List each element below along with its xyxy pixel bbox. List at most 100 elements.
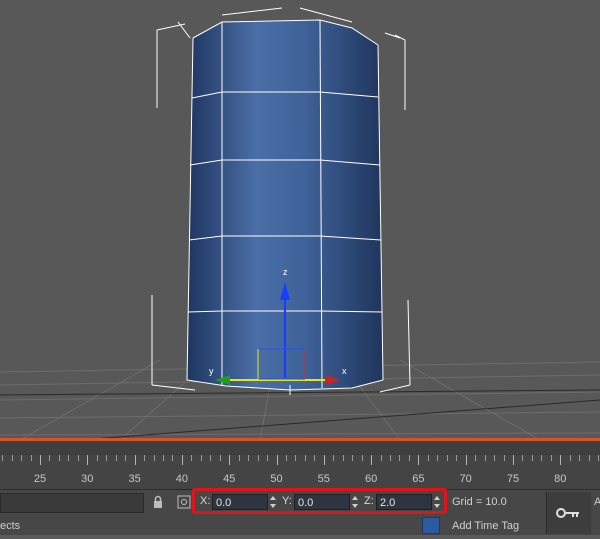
ruler-tick — [49, 455, 51, 461]
time-tag-icon[interactable] — [422, 517, 440, 534]
ruler-tick — [465, 455, 467, 465]
ruler-tick — [333, 455, 335, 461]
ruler-tick — [579, 455, 581, 461]
track-bar-ruler[interactable]: 25 30 35 40 45 50 55 60 65 70 75 80 — [0, 455, 600, 489]
set-key-button[interactable] — [546, 492, 591, 534]
add-time-tag-label[interactable]: Add Time Tag — [452, 520, 519, 532]
ruler-tick — [200, 455, 202, 461]
ruler-tick — [295, 455, 297, 461]
ruler-tick — [484, 455, 486, 461]
ruler-frame-label: 65 — [412, 473, 425, 485]
ruler-tick — [68, 455, 70, 461]
maxscript-listener-field[interactable] — [0, 493, 144, 513]
ruler-tick — [58, 455, 60, 461]
ruler-tick — [2, 455, 4, 461]
ruler-tick — [77, 455, 79, 461]
ruler-tick — [304, 455, 306, 461]
ruler-tick — [550, 455, 552, 461]
ruler-tick — [21, 455, 23, 461]
ruler-tick — [494, 455, 496, 461]
ruler-tick — [541, 455, 543, 461]
ruler-tick — [144, 455, 146, 461]
ruler-frame-label: 75 — [506, 473, 520, 485]
ruler-tick — [418, 455, 420, 465]
ruler-tick — [513, 455, 514, 465]
ruler-tick — [134, 455, 136, 465]
ruler-tick — [30, 455, 32, 461]
ruler-tick — [352, 455, 354, 461]
status-bar: ects X: 0.0 Y: 0.0 Z: 2.0 Grid = 10.0 Ad… — [0, 488, 600, 535]
ruler-tick — [162, 455, 164, 461]
x-spinner-icon[interactable] — [268, 494, 278, 510]
ruler-tick — [276, 455, 278, 465]
ruler-tick — [598, 455, 600, 461]
ruler-tick — [257, 455, 259, 461]
ruler-frame-label: 55 — [317, 473, 330, 485]
ruler-tick — [522, 455, 524, 461]
z-spinner-icon[interactable] — [432, 494, 442, 510]
ruler-frame-label: 45 — [223, 473, 236, 485]
ruler-tick — [125, 455, 127, 461]
ruler-tick — [569, 455, 571, 461]
auto-key-label[interactable]: A — [594, 496, 600, 508]
viewport-scene: z x y — [0, 7, 600, 440]
ruler-tick — [106, 455, 108, 461]
ruler-tick — [96, 455, 98, 461]
ruler-tick — [390, 455, 392, 461]
status-prompt-text: ects — [0, 520, 21, 532]
ruler-tick — [238, 455, 240, 461]
ruler-tick — [437, 455, 439, 461]
ruler-frame-label: 30 — [81, 473, 94, 485]
ruler-frame-label: 70 — [459, 473, 472, 485]
ruler-tick — [408, 455, 410, 461]
ruler-tick — [219, 455, 221, 461]
ruler-tick — [588, 455, 590, 461]
ruler-tick — [181, 455, 183, 465]
ruler-tick — [503, 455, 505, 461]
x-coord-label: X: — [200, 495, 211, 507]
ruler-tick — [248, 455, 250, 461]
absolute-mode-transform-icon[interactable] — [177, 495, 191, 509]
ruler-frame-label: 40 — [175, 473, 189, 485]
ruler-tick — [456, 455, 458, 461]
axis-x-label: x — [342, 366, 347, 376]
lock-selection-icon[interactable] — [151, 495, 165, 509]
ruler-frame-label: 80 — [554, 473, 567, 485]
ruler-frame-label: 50 — [270, 473, 283, 485]
ruler-tick — [172, 455, 174, 461]
ruler-tick — [475, 455, 477, 461]
y-spinner-icon[interactable] — [350, 494, 360, 510]
ruler-tick — [342, 455, 344, 461]
z-coord-field[interactable]: 2.0 — [376, 494, 432, 510]
ruler-tick — [285, 455, 287, 461]
ruler-tick — [446, 455, 448, 461]
z-coord-label: Z: — [364, 495, 374, 507]
ruler-tick — [115, 455, 117, 461]
perspective-viewport[interactable]: z x y — [0, 0, 600, 440]
x-coord-field[interactable]: 0.0 — [212, 494, 268, 510]
axis-z-label: z — [283, 267, 288, 277]
ruler-tick — [560, 455, 562, 465]
y-coord-label: Y: — [282, 495, 292, 507]
key-icon — [556, 508, 579, 518]
ruler-tick — [267, 455, 269, 461]
axis-y-label: y — [209, 366, 214, 376]
ruler-frame-label: 25 — [33, 473, 47, 485]
grid-size-text: Grid = 10.0 — [452, 496, 507, 508]
ruler-tick — [191, 455, 193, 461]
ruler-frame-label: 60 — [364, 473, 378, 485]
ruler-tick — [210, 455, 212, 461]
ruler-tick — [361, 455, 363, 461]
ruler-tick — [229, 455, 231, 465]
ruler-tick — [380, 455, 382, 461]
ruler-tick — [531, 455, 533, 461]
ruler-tick — [40, 455, 41, 465]
y-coord-field[interactable]: 0.0 — [294, 494, 350, 510]
ruler-tick — [323, 455, 325, 465]
ruler-frame-label: 35 — [128, 473, 141, 485]
ruler-tick — [427, 455, 429, 461]
ruler-tick — [371, 455, 373, 465]
ruler-tick — [314, 455, 316, 461]
ruler-tick — [399, 455, 401, 461]
ruler-tick — [11, 455, 13, 461]
